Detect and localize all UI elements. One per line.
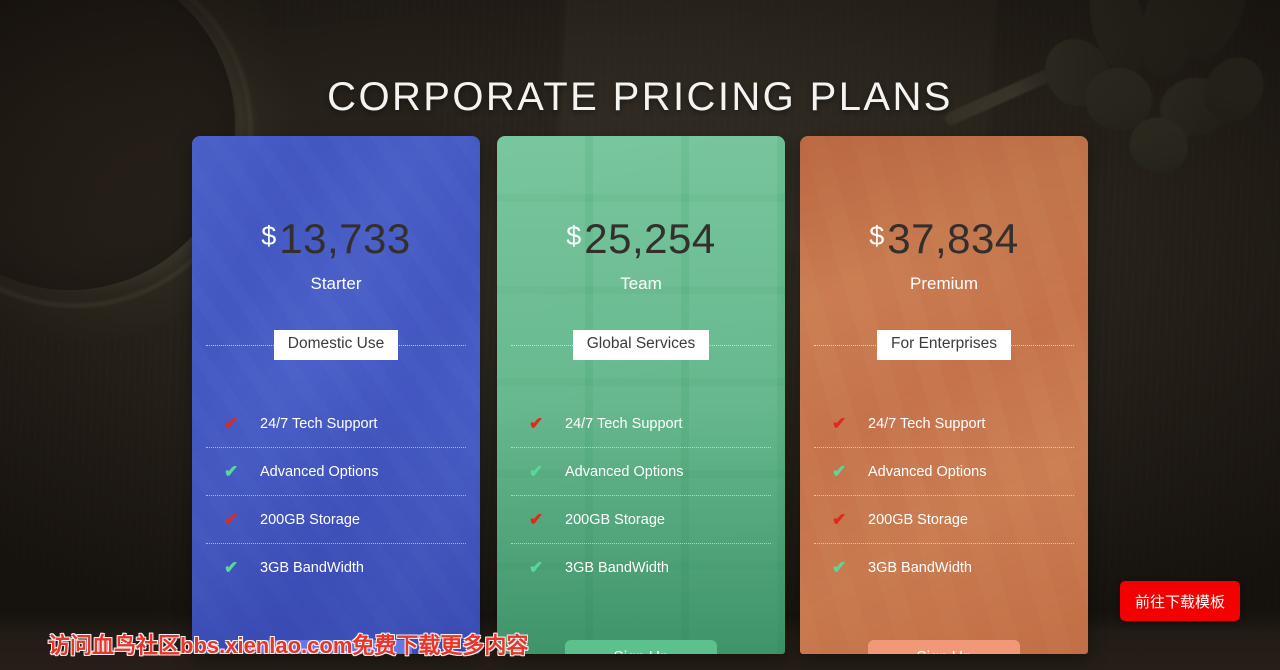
- pricing-card-premium[interactable]: $37,834 Premium For Enterprises ✔ 24/7 T…: [800, 136, 1088, 654]
- feature-item: ✔ 200GB Storage: [511, 496, 771, 544]
- check-icon: ✔: [529, 510, 544, 529]
- download-template-button[interactable]: 前往下载模板: [1120, 581, 1240, 621]
- plan-badge: Domestic Use: [273, 330, 399, 360]
- check-icon: ✔: [529, 462, 544, 481]
- signup-button[interactable]: Sign Up: [565, 640, 717, 654]
- check-icon: ✔: [832, 558, 847, 577]
- price-amount: 13,733: [279, 215, 411, 262]
- price-amount: 37,834: [887, 215, 1019, 262]
- plan-name: Starter: [310, 274, 362, 293]
- feature-label: 3GB BandWidth: [260, 559, 364, 576]
- feature-label: 24/7 Tech Support: [868, 415, 986, 432]
- check-icon: ✔: [832, 510, 847, 529]
- feature-item: ✔ 3GB BandWidth: [814, 544, 1074, 591]
- currency-symbol: $: [566, 221, 582, 251]
- feature-item: ✔ 3GB BandWidth: [206, 544, 466, 591]
- feature-label: 24/7 Tech Support: [260, 415, 378, 432]
- plan-name: Premium: [909, 274, 978, 293]
- plan-badge: For Enterprises: [877, 330, 1011, 360]
- check-icon: ✔: [529, 558, 544, 577]
- check-icon: ✔: [832, 414, 847, 433]
- feature-list: ✔ 24/7 Tech Support ✔ Advanced Options ✔…: [192, 400, 480, 591]
- price: $13,733: [192, 218, 480, 260]
- feature-label: Advanced Options: [260, 463, 379, 480]
- feature-item: ✔ 200GB Storage: [814, 496, 1074, 544]
- feature-label: 200GB Storage: [260, 511, 360, 528]
- feature-label: 200GB Storage: [565, 511, 665, 528]
- price: $25,254: [497, 218, 785, 260]
- feature-item: ✔ Advanced Options: [511, 448, 771, 496]
- feature-item: ✔ 24/7 Tech Support: [511, 400, 771, 448]
- signup-button[interactable]: Sign Up: [868, 640, 1020, 654]
- feature-label: 200GB Storage: [868, 511, 968, 528]
- feature-item: ✔ 24/7 Tech Support: [206, 400, 466, 448]
- check-icon: ✔: [224, 462, 239, 481]
- feature-label: Advanced Options: [565, 463, 684, 480]
- currency-symbol: $: [261, 221, 277, 251]
- feature-label: 24/7 Tech Support: [565, 415, 683, 432]
- check-icon: ✔: [529, 414, 544, 433]
- plan-badge: Global Services: [572, 330, 710, 360]
- plan-badge-row: Global Services: [497, 330, 785, 360]
- feature-item: ✔ Advanced Options: [814, 448, 1074, 496]
- feature-list: ✔ 24/7 Tech Support ✔ Advanced Options ✔…: [800, 400, 1088, 591]
- check-icon: ✔: [832, 462, 847, 481]
- plan-badge-row: For Enterprises: [800, 330, 1088, 360]
- pricing-card-list: $13,733 Starter Domestic Use ✔ 24/7 Tech…: [0, 136, 1280, 656]
- feature-item: ✔ 3GB BandWidth: [511, 544, 771, 591]
- page-title: CORPORATE PRICING PLANS: [327, 74, 953, 119]
- check-icon: ✔: [224, 510, 239, 529]
- plan-name: Team: [620, 274, 662, 293]
- feature-item: ✔ 24/7 Tech Support: [814, 400, 1074, 448]
- currency-symbol: $: [869, 221, 885, 251]
- plan-badge-row: Domestic Use: [192, 330, 480, 360]
- feature-label: Advanced Options: [868, 463, 987, 480]
- pricing-card-team[interactable]: $25,254 Team Global Services ✔ 24/7 Tech…: [497, 136, 785, 654]
- price: $37,834: [800, 218, 1088, 260]
- check-icon: ✔: [224, 414, 239, 433]
- feature-label: 3GB BandWidth: [868, 559, 972, 576]
- check-icon: ✔: [224, 558, 239, 577]
- price-amount: 25,254: [584, 215, 716, 262]
- pricing-page: CORPORATE PRICING PLANS $13,733 Starter …: [0, 0, 1280, 670]
- feature-label: 3GB BandWidth: [565, 559, 669, 576]
- feature-list: ✔ 24/7 Tech Support ✔ Advanced Options ✔…: [497, 400, 785, 591]
- pricing-card-starter[interactable]: $13,733 Starter Domestic Use ✔ 24/7 Tech…: [192, 136, 480, 654]
- feature-item: ✔ 200GB Storage: [206, 496, 466, 544]
- site-watermark: 访问血鸟社区bbs.xienlao.com免费下载更多内容: [48, 633, 529, 658]
- feature-item: ✔ Advanced Options: [206, 448, 466, 496]
